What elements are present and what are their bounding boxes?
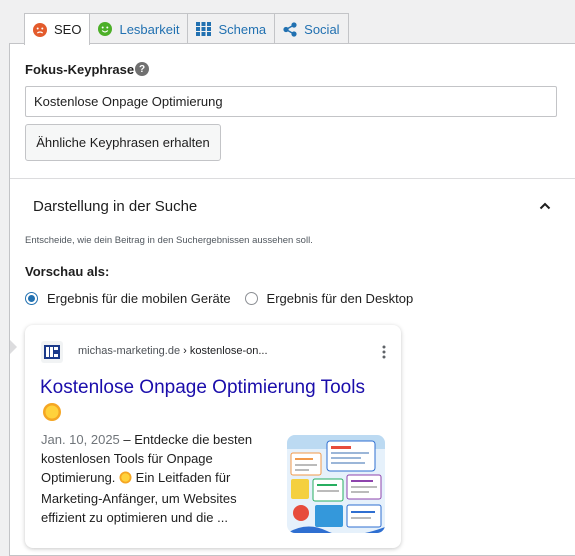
tab-social-label: Social <box>304 21 340 37</box>
result-description: Jan. 10, 2025 – Entdecke die besten kost… <box>41 430 281 527</box>
seo-panel: Fokus-Keyphrase ? Kostenlose Onpage Opti… <box>9 43 575 556</box>
sun-emoji-icon <box>42 402 62 427</box>
site-favicon-icon <box>41 341 63 363</box>
tab-schema-label: Schema <box>218 21 267 37</box>
search-appearance-hint: Entscheide, wie dein Beitrag in den Such… <box>25 235 313 246</box>
preview-pointer-icon <box>10 340 17 354</box>
result-url: michas-marketing.de › kostenlose-on... <box>78 345 268 357</box>
smile-face-icon <box>98 22 113 36</box>
grid-icon <box>196 22 212 36</box>
tab-schema[interactable]: Schema <box>187 13 276 44</box>
tab-seo[interactable]: SEO <box>24 13 91 45</box>
radio-mobile-label[interactable]: Ergebnis für die mobilen Geräte <box>47 291 231 306</box>
focus-keyphrase-input[interactable]: Kostenlose Onpage Optimierung <box>25 86 557 117</box>
date-separator: – <box>119 432 135 447</box>
sun-emoji-small-icon <box>119 470 132 489</box>
google-preview-card: michas-marketing.de › kostenlose-on... K… <box>25 325 401 548</box>
result-title[interactable]: Kostenlose Onpage Optimierung Tools <box>40 376 390 400</box>
result-date: Jan. 10, 2025 <box>41 432 120 447</box>
radio-desktop-label[interactable]: Ergebnis für den Desktop <box>267 291 414 306</box>
tab-lesbarkeit[interactable]: Lesbarkeit <box>89 13 189 44</box>
chevron-up-icon[interactable] <box>538 199 552 218</box>
preview-as-label: Vorschau als: <box>25 264 110 279</box>
help-icon[interactable]: ? <box>135 62 149 76</box>
share-icon <box>283 21 297 37</box>
result-path: › kostenlose-on... <box>180 345 268 357</box>
related-keyphrases-button[interactable]: Ähnliche Keyphrasen erhalten <box>25 124 221 161</box>
focus-keyphrase-label: Fokus-Keyphrase <box>25 62 135 77</box>
tab-seo-label: SEO <box>54 22 82 37</box>
radio-desktop[interactable] <box>244 292 258 305</box>
result-domain: michas-marketing.de <box>78 345 181 357</box>
preview-mode-radios: Ergebnis für die mobilen Geräte Ergebnis… <box>25 291 413 306</box>
search-appearance-title[interactable]: Darstellung in der Suche <box>33 198 197 215</box>
sad-face-icon <box>33 22 47 37</box>
tab-lesbarkeit-label: Lesbarkeit <box>119 21 180 37</box>
tab-social[interactable]: Social <box>274 13 349 44</box>
more-options-icon[interactable] <box>382 345 386 364</box>
result-thumbnail <box>287 435 385 533</box>
section-divider <box>10 178 575 179</box>
radio-mobile[interactable] <box>25 292 38 305</box>
metabox-tabs: SEO Lesbarkeit Schema Social <box>24 13 349 45</box>
